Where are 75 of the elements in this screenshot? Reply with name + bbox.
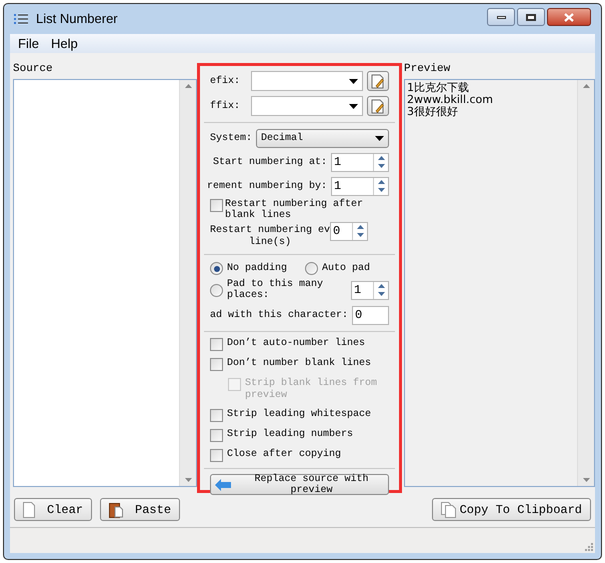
- system-label: System:: [210, 132, 252, 146]
- spinner-value: 0: [332, 223, 342, 240]
- radio-button[interactable]: [210, 284, 223, 296]
- restart-every-label: Restart numbering ev: [210, 225, 330, 236]
- paste-button[interactable]: Paste: [100, 498, 180, 521]
- checkbox[interactable]: [210, 358, 223, 371]
- checkbox-label: Don’t auto-number lines: [227, 338, 366, 350]
- edit-file-button[interactable]: [367, 71, 389, 91]
- checkbox[interactable]: [210, 429, 223, 442]
- menu-item[interactable]: Help: [50, 34, 78, 54]
- checkbox[interactable]: [210, 199, 223, 212]
- system-value: Decimal: [261, 132, 304, 146]
- preview-label: Preview: [404, 63, 452, 75]
- clear-button[interactable]: Clear: [14, 498, 92, 521]
- dropdown-arrow-icon: [375, 136, 384, 141]
- document-pencil-icon: [371, 98, 385, 114]
- scrollbar[interactable]: [179, 80, 196, 486]
- suffix-label: ffix:: [210, 100, 242, 114]
- spinner-field[interactable]: 1: [351, 280, 389, 300]
- radio-label: Pad to this many places:: [227, 279, 324, 301]
- menu-item[interactable]: File: [18, 34, 39, 54]
- radio-button[interactable]: [210, 262, 223, 275]
- spinner-field[interactable]: 0: [330, 222, 368, 241]
- spinner-value: 1: [353, 282, 362, 298]
- spinner-value: 1: [333, 178, 342, 195]
- source-label: Source: [13, 63, 54, 75]
- close-icon: [564, 12, 574, 22]
- spinner-field[interactable]: 1: [331, 153, 389, 172]
- checkbox-label: Strip blank lines from preview: [245, 378, 378, 402]
- checkbox[interactable]: [210, 338, 223, 351]
- checkbox[interactable]: [210, 409, 223, 422]
- edit-file-button[interactable]: [367, 96, 389, 116]
- scrollbar[interactable]: [577, 80, 594, 486]
- maximize-button[interactable]: [517, 8, 545, 26]
- blank-page-icon: [23, 502, 35, 518]
- dropdown-field[interactable]: [251, 96, 363, 116]
- scroll-down-icon[interactable]: [184, 478, 192, 482]
- resize-grip-icon[interactable]: [585, 543, 593, 551]
- radio-button[interactable]: [305, 262, 318, 275]
- increment-label: rement numbering by:: [206, 180, 327, 194]
- scroll-up-icon[interactable]: [184, 84, 192, 88]
- scroll-down-icon[interactable]: [582, 478, 590, 482]
- checkbox-label: Restart numbering after blank lines: [225, 199, 364, 221]
- preview-line: 2www.bkill.com: [407, 94, 494, 106]
- checkbox-label: Close after copying: [227, 449, 342, 461]
- list-icon: [14, 13, 28, 25]
- checkbox-label: Don’t number blank lines: [227, 358, 372, 370]
- dropdown-arrow-icon: [349, 78, 358, 84]
- spinner-value: 1: [333, 154, 342, 171]
- checkbox-label: Strip leading whitespace: [227, 409, 372, 421]
- preview-line: 1比克尔下载: [407, 82, 470, 94]
- clipboard-icon: [109, 502, 124, 518]
- minimize-button[interactable]: [487, 8, 515, 26]
- pad-character-field[interactable]: 0: [352, 306, 389, 325]
- spinner-field[interactable]: 1: [331, 177, 389, 196]
- scroll-up-icon[interactable]: [582, 84, 590, 88]
- close-button[interactable]: [547, 8, 591, 26]
- document-pencil-icon: [371, 74, 385, 88]
- prefix-label: efix:: [210, 74, 242, 88]
- pad-character-label: ad with this character:: [210, 308, 348, 323]
- dropdown-arrow-icon: [349, 104, 358, 108]
- start-label: Start numbering at:: [212, 156, 327, 170]
- radio-label: No padding: [227, 262, 288, 276]
- copy-pages-icon: [440, 502, 456, 518]
- preview-line: 3很好很好: [407, 106, 459, 118]
- left-arrow-icon: [215, 478, 231, 490]
- unit-label: line(s): [249, 237, 292, 248]
- radio-label: Auto pad: [322, 262, 370, 276]
- copy-button[interactable]: Copy To Clipboard: [432, 498, 591, 521]
- system-dropdown[interactable]: Decimal: [256, 129, 389, 148]
- dropdown-field[interactable]: [251, 71, 363, 91]
- replace-source-button[interactable]: Replace source with preview: [210, 474, 389, 495]
- window-title: List Numberer: [36, 10, 119, 28]
- checkbox-label: Strip leading numbers: [227, 429, 354, 441]
- checkbox[interactable]: [210, 449, 223, 462]
